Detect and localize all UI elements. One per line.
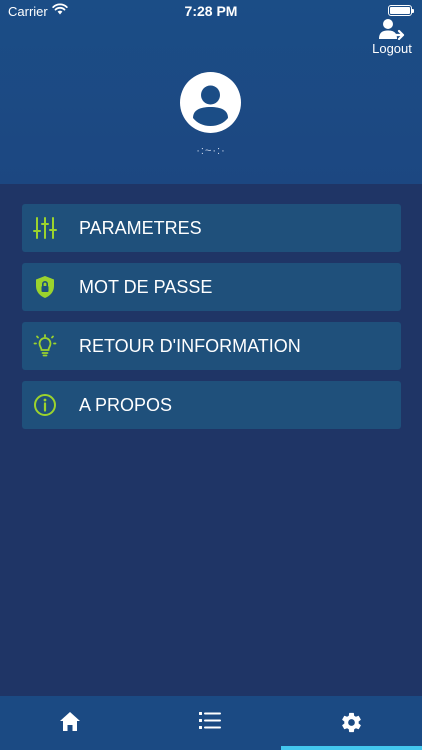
user-avatar-icon[interactable] xyxy=(180,72,241,133)
selected-tab-indicator xyxy=(281,746,422,750)
menu-item-a-propos[interactable]: A PROPOS xyxy=(22,381,401,429)
tab-bar xyxy=(0,696,422,750)
menu-item-label: A PROPOS xyxy=(79,395,173,415)
tab-home[interactable] xyxy=(0,696,141,750)
status-bar: Carrier 7:28 PM xyxy=(0,0,422,22)
list-icon xyxy=(199,712,221,729)
menu-item-label: RETOUR D'INFORMATION xyxy=(79,336,301,356)
info-icon xyxy=(34,394,56,416)
profile-header: Carrier 7:28 PM Logout ·:~·:· xyxy=(0,0,422,184)
menu-item-label: MOT DE PASSE xyxy=(79,277,213,297)
home-icon xyxy=(60,712,80,731)
user-logout-icon xyxy=(379,19,405,40)
status-time: 7:28 PM xyxy=(184,3,238,19)
sliders-icon xyxy=(33,217,57,239)
tab-list[interactable] xyxy=(140,696,281,750)
tab-settings[interactable] xyxy=(281,696,422,750)
logout-button[interactable]: Logout xyxy=(371,18,413,60)
logout-label: Logout xyxy=(372,41,412,56)
gear-icon xyxy=(342,712,361,733)
username-label: ·:~·:· xyxy=(196,145,226,157)
shield-lock-icon xyxy=(36,276,54,298)
menu-item-label: PARAMETRES xyxy=(79,218,202,238)
menu-item-parametres[interactable]: PARAMETRES xyxy=(22,204,401,252)
lightbulb-icon xyxy=(33,334,57,357)
settings-menu: PARAMETRES MOT DE PASSE RETOUR D'INFORMA… xyxy=(22,204,401,440)
battery-icon xyxy=(388,5,414,16)
menu-item-retour-information[interactable]: RETOUR D'INFORMATION xyxy=(22,322,401,370)
menu-item-mot-de-passe[interactable]: MOT DE PASSE xyxy=(22,263,401,311)
